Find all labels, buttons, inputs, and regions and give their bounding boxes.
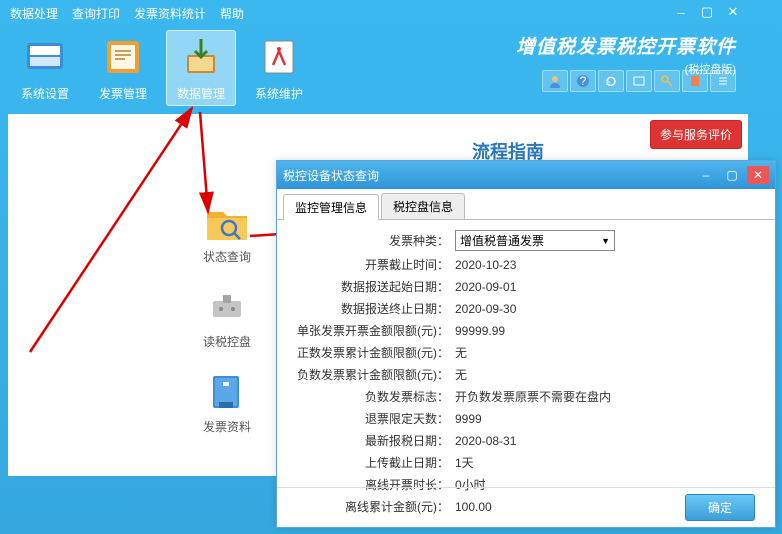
info-label: 负数发票标志： bbox=[295, 388, 455, 405]
close-icon[interactable]: ✕ bbox=[724, 4, 742, 20]
quick-doc-icon[interactable] bbox=[682, 70, 708, 92]
info-row: 发票种类：增值税普通发票▼ bbox=[295, 230, 757, 251]
info-label: 开票截止时间： bbox=[295, 256, 455, 273]
info-label: 数据报送终止日期： bbox=[295, 300, 455, 317]
info-row: 开票截止时间：2020-10-23 bbox=[295, 256, 757, 273]
info-label: 数据报送起始日期： bbox=[295, 278, 455, 295]
side-status-query[interactable]: 状态查询 bbox=[203, 202, 251, 265]
tab-monitor-info[interactable]: 监控管理信息 bbox=[283, 194, 379, 220]
info-value: 无 bbox=[455, 366, 467, 383]
info-row: 最新报税日期：2020-08-31 bbox=[295, 432, 757, 449]
service-feedback-badge[interactable]: 参与服务评价 bbox=[650, 120, 742, 149]
tb-invoice-mgmt[interactable]: 发票管理 bbox=[88, 30, 158, 106]
tb-data-mgmt[interactable]: 数据管理 bbox=[166, 30, 236, 106]
dialog-maximize-icon[interactable]: ▢ bbox=[721, 166, 743, 184]
menu-query[interactable]: 查询打印 bbox=[72, 5, 120, 22]
quick-window-icon[interactable] bbox=[626, 70, 652, 92]
invoice-type-select[interactable]: 增值税普通发票▼ bbox=[455, 230, 615, 251]
info-value: 2020-09-01 bbox=[455, 280, 516, 294]
info-label: 单张发票开票金额限额(元)： bbox=[295, 322, 455, 339]
ok-button[interactable]: 确定 bbox=[685, 494, 755, 521]
side-read-tax-disk[interactable]: 读税控盘 bbox=[203, 287, 251, 350]
info-row: 负数发票累计金额限额(元)：无 bbox=[295, 366, 757, 383]
info-label: 退票限定天数： bbox=[295, 410, 455, 427]
quick-key-icon[interactable] bbox=[654, 70, 680, 92]
info-value: 1天 bbox=[455, 454, 474, 471]
info-row: 正数发票累计金额限额(元)：无 bbox=[295, 344, 757, 361]
chevron-down-icon: ▼ bbox=[601, 236, 610, 246]
info-value: 2020-09-30 bbox=[455, 302, 516, 316]
tax-device-status-dialog: 税控设备状态查询 – ▢ ✕ 监控管理信息 税控盘信息 发票种类：增值税普通发票… bbox=[276, 160, 776, 528]
info-label: 上传截止日期： bbox=[295, 454, 455, 471]
info-value: 开负数发票原票不需要在盘内 bbox=[455, 388, 611, 405]
info-row: 退票限定天数：9999 bbox=[295, 410, 757, 427]
quick-user-icon[interactable] bbox=[542, 70, 568, 92]
dialog-minimize-icon[interactable]: – bbox=[695, 166, 717, 184]
info-row: 上传截止日期：1天 bbox=[295, 454, 757, 471]
quick-list-icon[interactable] bbox=[710, 70, 736, 92]
maximize-icon[interactable]: ▢ bbox=[698, 4, 716, 20]
info-row: 数据报送起始日期：2020-09-01 bbox=[295, 278, 757, 295]
quick-help-icon[interactable]: ? bbox=[570, 70, 596, 92]
dialog-close-icon[interactable]: ✕ bbox=[747, 166, 769, 184]
info-value: 99999.99 bbox=[455, 324, 505, 338]
quick-refresh-icon[interactable] bbox=[598, 70, 624, 92]
info-value: 9999 bbox=[455, 412, 482, 426]
info-label: 正数发票累计金额限额(元)： bbox=[295, 344, 455, 361]
info-value: 无 bbox=[455, 344, 467, 361]
side-invoice-material[interactable]: 发票资料 bbox=[203, 372, 251, 435]
dialog-title: 税控设备状态查询 bbox=[283, 167, 379, 184]
minimize-icon[interactable]: – bbox=[672, 4, 690, 20]
info-row: 负数发票标志：开负数发票原票不需要在盘内 bbox=[295, 388, 757, 405]
tb-system-maint[interactable]: 系统维护 bbox=[244, 30, 314, 106]
info-label: 最新报税日期： bbox=[295, 432, 455, 449]
svg-text:?: ? bbox=[580, 74, 587, 88]
info-label: 负数发票累计金额限额(元)： bbox=[295, 366, 455, 383]
info-value: 2020-10-23 bbox=[455, 258, 516, 272]
tab-tax-disk-info[interactable]: 税控盘信息 bbox=[381, 193, 465, 219]
info-label: 发票种类： bbox=[295, 232, 455, 249]
info-row: 数据报送终止日期：2020-09-30 bbox=[295, 300, 757, 317]
info-row: 单张发票开票金额限额(元)：99999.99 bbox=[295, 322, 757, 339]
info-value: 2020-08-31 bbox=[455, 434, 516, 448]
menu-data[interactable]: 数据处理 bbox=[10, 5, 58, 22]
menu-help[interactable]: 帮助 bbox=[220, 5, 244, 22]
menu-invoice-stats[interactable]: 发票资料统计 bbox=[134, 5, 206, 22]
tb-system-settings[interactable]: 系统设置 bbox=[10, 30, 80, 106]
